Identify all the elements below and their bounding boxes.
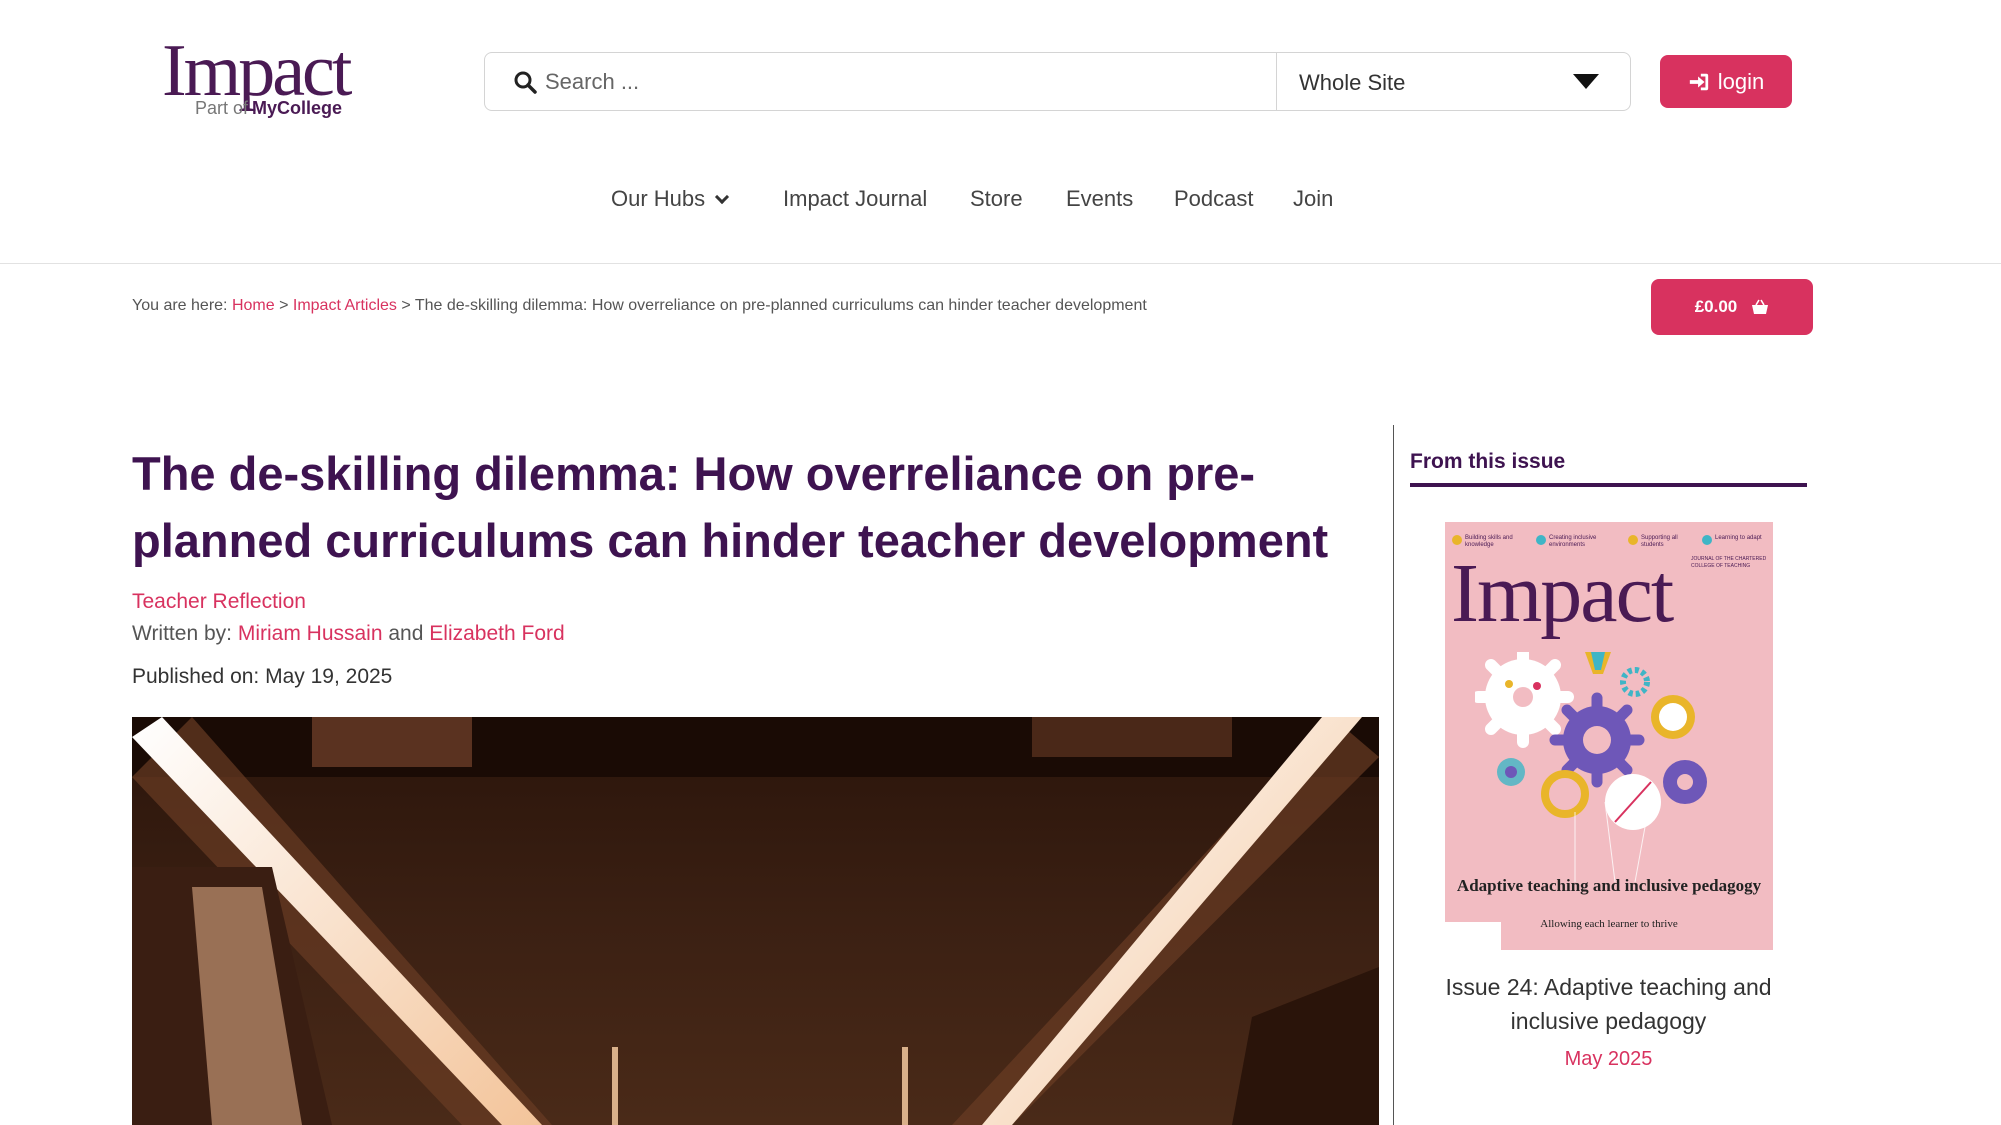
- logo-brand: MyCollege: [252, 98, 343, 118]
- search-bar: Whole Site: [484, 52, 1631, 111]
- breadcrumb-separator: >: [401, 297, 411, 314]
- published-label: Published on:: [132, 665, 260, 688]
- article-title: The de-skilling dilemma: How overrelianc…: [132, 447, 1329, 567]
- issue-cover[interactable]: Building skills and knowledge Creating i…: [1445, 522, 1773, 950]
- main-nav: Our Hubs Impact Journal Store Events Pod…: [0, 186, 2001, 216]
- logo-wordmark: Impact: [162, 30, 352, 112]
- sidebar-heading-underline: [1410, 483, 1807, 487]
- breadcrumb-home-link[interactable]: Home: [232, 297, 275, 314]
- sign-in-icon: [1689, 73, 1708, 90]
- cover-publisher-badge: [1445, 922, 1501, 950]
- cover-gears-illustration: [1475, 652, 1707, 882]
- cart-amount: £0.00: [1694, 297, 1738, 316]
- basket-icon: [1752, 299, 1769, 314]
- cover-subtitle: Adaptive teaching and inclusive pedagogy: [1456, 876, 1762, 895]
- breadcrumb-section-link[interactable]: Impact Articles: [293, 297, 397, 314]
- breadcrumb: You are here: Home > Impact Articles > T…: [132, 297, 1147, 315]
- breadcrumb-separator: >: [279, 297, 289, 314]
- article-authors: Written by: Miriam Hussain and Elizabeth…: [132, 622, 565, 646]
- escalator-photo: [132, 717, 1379, 1125]
- nav-item-label: Our Hubs: [611, 186, 706, 211]
- nav-item-impact-journal[interactable]: Impact Journal: [783, 186, 927, 212]
- site-logo[interactable]: Impact Part of MyCollege: [162, 34, 382, 128]
- nav-item-events[interactable]: Events: [1066, 186, 1133, 212]
- nav-item-store[interactable]: Store: [970, 186, 1023, 212]
- author-conjunction: and: [388, 622, 424, 645]
- chevron-down-icon: [1573, 74, 1599, 89]
- article-category-link[interactable]: Teacher Reflection: [132, 590, 306, 614]
- search-input[interactable]: [545, 53, 1245, 110]
- cover-title: Impact: [1451, 547, 1674, 640]
- logo-part-of: Part of: [195, 98, 249, 118]
- sidebar-heading: From this issue: [1410, 450, 1566, 473]
- search-icon[interactable]: [513, 70, 537, 94]
- search-scope-select[interactable]: Whole Site: [1276, 53, 1631, 110]
- login-button[interactable]: login: [1660, 55, 1792, 108]
- cart-button[interactable]: £0.00: [1651, 279, 1813, 335]
- published-value: May 19, 2025: [265, 665, 393, 688]
- breadcrumb-current: The de-skilling dilemma: How overrelianc…: [414, 297, 1147, 314]
- cover-theme-4: Learning to adapt: [1715, 535, 1762, 541]
- sidebar-divider: [1393, 425, 1394, 1125]
- search-scope-value: Whole Site: [1299, 70, 1406, 95]
- issue-date: May 2025: [1564, 1048, 1653, 1070]
- breadcrumb-prefix: You are here:: [132, 297, 228, 314]
- nav-item-podcast[interactable]: Podcast: [1174, 186, 1254, 212]
- header-divider: [0, 263, 2001, 264]
- cover-journal-line: JOURNAL OF THE CHARTERED COLLEGE OF TEAC…: [1691, 556, 1767, 569]
- nav-item-our-hubs[interactable]: Our Hubs: [611, 186, 730, 212]
- article-hero-image: [132, 717, 1379, 1125]
- chevron-down-icon: [715, 189, 730, 205]
- issue-title-link[interactable]: Issue 24: Adaptive teaching and inclusiv…: [1410, 970, 1807, 1038]
- nav-item-join[interactable]: Join: [1293, 186, 1333, 212]
- author-link[interactable]: Elizabeth Ford: [429, 622, 564, 645]
- logo-subline: Part of MyCollege: [195, 98, 342, 119]
- login-label: login: [1717, 68, 1765, 94]
- written-by-label: Written by:: [132, 622, 232, 645]
- author-link[interactable]: Miriam Hussain: [238, 622, 383, 645]
- published-date: Published on: May 19, 2025: [132, 665, 392, 689]
